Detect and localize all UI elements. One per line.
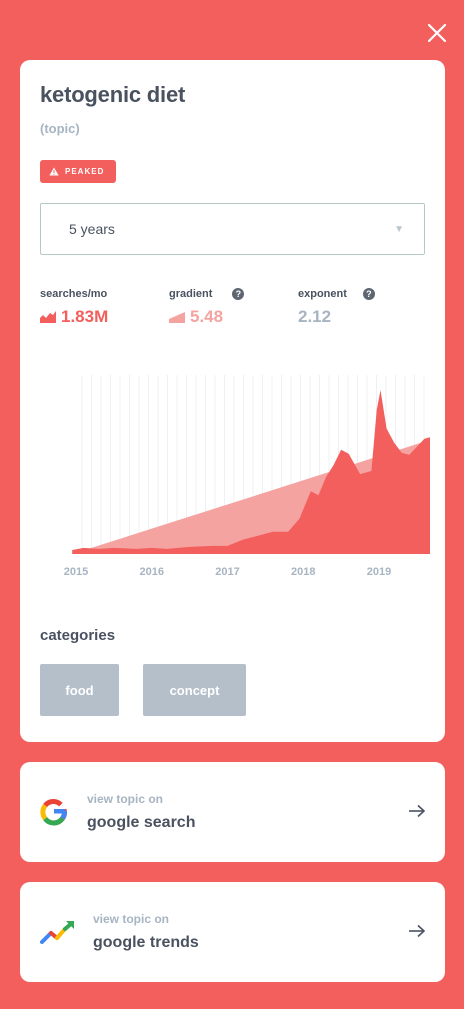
topic-title: ketogenic diet [40,82,186,107]
metric-gradient-value-row: 5.48 [169,307,244,327]
google-search-link[interactable]: view topic on google search [20,762,445,862]
category-chip-concept[interactable]: concept [143,664,246,716]
metric-searches-label: searches/mo [40,288,108,300]
trend-area-icon [40,311,56,323]
metric-exponent-label-row: exponent ? [298,288,375,300]
x-tick-label: 2019 [367,566,391,578]
metric-gradient: gradient ? 5.48 [169,288,245,327]
close-icon[interactable] [426,22,448,44]
google-trends-link[interactable]: view topic on google trends [20,882,445,982]
metric-gradient-label: gradient [169,288,213,300]
metric-exponent-label: exponent [298,288,347,300]
link-title: google search [87,814,196,831]
timeframe-select-value: 5 years [69,221,115,237]
x-tick-label: 2015 [64,566,88,578]
topic-type: (topic) [40,121,80,136]
metric-gradient-label-row: gradient ? [169,288,245,300]
category-chip-food[interactable]: food [40,664,119,716]
metric-exponent-value: 2.12 [298,307,332,326]
link-caption: view topic on [93,912,170,926]
metric-searches: searches/mo 1.83M [40,288,108,327]
status-badge: PEAKED [40,160,116,183]
google-icon [40,798,68,826]
help-icon[interactable]: ? [362,288,375,300]
link-caption: view topic on [87,792,164,806]
help-icon[interactable]: ? [232,288,245,300]
warning-icon [49,167,59,176]
search-volume-chart: 2015 2016 2017 2018 2019 [64,375,430,578]
topic-card: ketogenic diet (topic) PEAKED 5 years ▼ … [20,60,445,742]
metric-searches-value: 1.83M [61,307,109,326]
metric-searches-value-row: 1.83M [40,307,108,327]
x-tick-label: 2018 [291,566,315,578]
status-badge-label: PEAKED [65,167,105,176]
metric-gradient-value: 5.48 [190,307,224,326]
metric-exponent: exponent ? 2.12 [298,288,375,327]
gradient-wedge-icon [169,312,185,323]
arrow-right-icon [409,924,426,938]
chevron-down-icon: ▼ [394,224,404,235]
metric-exponent-value-row: 2.12 [298,307,375,327]
timeframe-select[interactable]: 5 years ▼ [40,203,425,255]
google-trends-icon [40,921,74,944]
x-tick-label: 2016 [140,566,164,578]
categories-title: categories [40,627,116,644]
x-tick-label: 2017 [215,566,239,578]
arrow-right-icon [409,804,426,818]
link-title: google trends [93,934,199,951]
